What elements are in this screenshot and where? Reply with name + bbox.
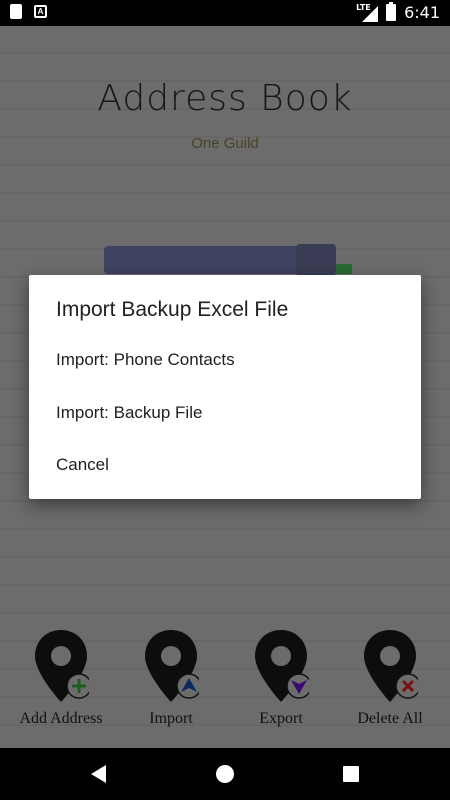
recent-apps-icon[interactable] [343,766,359,782]
home-icon[interactable] [216,765,234,783]
status-bar: A LTE 6:41 [0,0,450,26]
clock: 6:41 [404,3,440,22]
navigation-bar [0,748,450,800]
back-icon[interactable] [91,765,106,783]
battery-icon [386,2,397,21]
notification-a-icon: A [34,5,47,18]
sd-card-icon [10,4,22,19]
signal-icon: LTE [356,3,379,22]
import-backup-file-option[interactable]: Import: Backup File [56,403,202,423]
import-dialog: Import Backup Excel File Import: Phone C… [29,275,421,499]
cancel-option[interactable]: Cancel [56,455,109,475]
dialog-title: Import Backup Excel File [56,298,289,321]
import-phone-contacts-option[interactable]: Import: Phone Contacts [56,350,235,370]
